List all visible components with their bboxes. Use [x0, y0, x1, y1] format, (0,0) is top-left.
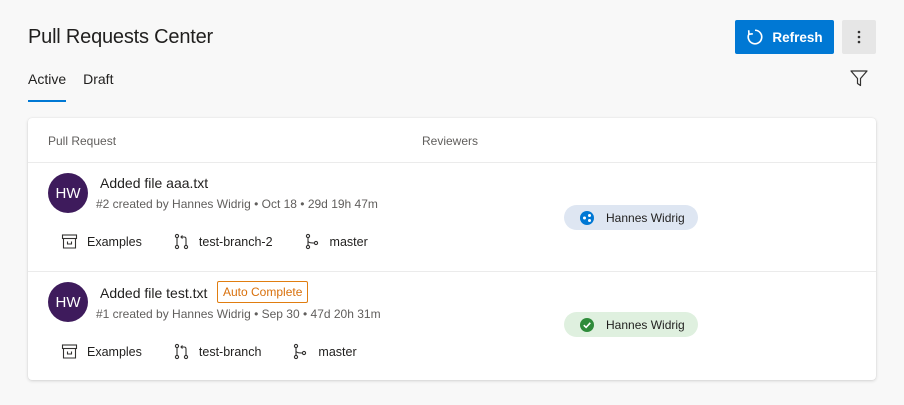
pr-title[interactable]: Added file test.txt [100, 285, 207, 301]
tab-bar: Active Draft [28, 70, 113, 102]
refresh-button[interactable]: Refresh [735, 20, 834, 54]
approved-check-icon [580, 317, 594, 332]
repo-link[interactable]: Examples [61, 233, 142, 250]
more-vertical-icon [857, 30, 861, 44]
refresh-label: Refresh [772, 29, 823, 45]
page-title: Pull Requests Center [28, 26, 213, 48]
table-row[interactable]: HW Added file test.txt Auto Complete #1 … [28, 272, 876, 380]
repo-name: Examples [87, 344, 142, 359]
table-row[interactable]: HW Added file aaa.txt #2 created by Hann… [28, 163, 876, 271]
reviewer-name: Hannes Widrig [606, 317, 685, 332]
column-header-reviewers: Reviewers [422, 134, 479, 148]
pull-request-icon [174, 233, 189, 250]
target-branch: master [318, 344, 357, 359]
branch-icon [305, 233, 318, 250]
repo-name: Examples [87, 234, 142, 249]
column-header-pull-request: Pull Request [48, 134, 117, 148]
table-header: Pull Request Reviewers [28, 118, 876, 163]
tab-active[interactable]: Active [28, 70, 67, 102]
more-options-button[interactable] [842, 20, 876, 54]
pr-title[interactable]: Added file aaa.txt [100, 175, 208, 191]
avatar: HW [48, 173, 88, 213]
target-branch-link[interactable]: master [292, 343, 357, 360]
target-branch: master [329, 234, 368, 249]
pr-meta: #1 created by Hannes Widrig • Sep 30 • 4… [96, 307, 381, 321]
repository-icon [61, 234, 78, 249]
source-branch-link[interactable]: test-branch-2 [173, 233, 273, 250]
target-branch-link[interactable]: master [304, 233, 368, 250]
pr-details: Examples test-branch master [61, 343, 357, 360]
repository-icon [61, 344, 78, 359]
waiting-status-icon [580, 210, 594, 225]
auto-complete-badge: Auto Complete [217, 281, 309, 303]
reviewer-chip[interactable]: Hannes Widrig [564, 205, 698, 230]
source-branch-link[interactable]: test-branch [173, 343, 262, 360]
pr-meta: #2 created by Hannes Widrig • Oct 18 • 2… [96, 197, 378, 211]
refresh-icon [747, 29, 763, 45]
repo-link[interactable]: Examples [61, 343, 142, 360]
tab-draft[interactable]: Draft [83, 70, 113, 102]
filter-icon[interactable] [850, 70, 868, 87]
avatar: HW [48, 282, 88, 322]
pr-details: Examples test-branch-2 master [61, 233, 368, 250]
reviewer-name: Hannes Widrig [606, 210, 685, 225]
reviewer-chip[interactable]: Hannes Widrig [564, 312, 698, 337]
pull-request-icon [174, 343, 189, 360]
branch-icon [294, 343, 307, 360]
source-branch: test-branch-2 [198, 234, 273, 249]
source-branch: test-branch [198, 344, 262, 359]
pull-request-table: Pull Request Reviewers HW Added file aaa… [28, 118, 876, 380]
